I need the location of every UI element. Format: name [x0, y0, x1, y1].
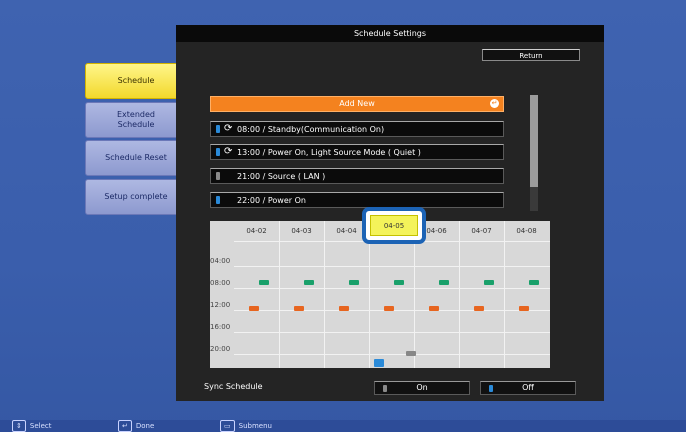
sidebar-item-label: Schedule Reset	[105, 153, 167, 163]
event-marker	[529, 280, 539, 285]
repeat-icon: ⟳	[224, 123, 233, 134]
sync-on-button[interactable]: On	[374, 381, 470, 395]
sync-off-label: Off	[522, 383, 534, 392]
schedule-item-text: 13:00 / Power On, Light Source Mode ( Qu…	[237, 148, 421, 157]
help-bar: ⇕ Select ↵ Done ▭ Submenu	[0, 420, 686, 432]
schedule-item[interactable]: ⟳ 13:00 / Power On, Light Source Mode ( …	[210, 144, 504, 160]
event-marker	[474, 306, 484, 311]
time-label: 16:00	[210, 323, 231, 331]
schedule-item[interactable]: ⟳ 08:00 / Standby(Communication On)	[210, 121, 504, 137]
event-marker	[406, 351, 416, 356]
date-header[interactable]: 04-02	[234, 221, 279, 241]
pin-icon	[489, 385, 493, 392]
schedule-item-text: 08:00 / Standby(Communication On)	[237, 125, 385, 134]
schedule-item[interactable]: 21:00 / Source ( LAN )	[210, 168, 504, 184]
event-marker	[259, 280, 269, 285]
event-marker	[394, 280, 404, 285]
return-button[interactable]: Return	[482, 49, 580, 61]
event-marker	[304, 280, 314, 285]
sidebar-item-extended-schedule[interactable]: Extended Schedule	[85, 102, 187, 138]
repeat-icon: ⟳	[224, 146, 233, 157]
scroll-thumb[interactable]	[530, 95, 538, 187]
enter-icon: ↵	[490, 99, 499, 108]
sync-on-label: On	[416, 383, 428, 392]
sidebar-item-label: Schedule	[117, 76, 155, 86]
add-new-label: Add New	[339, 99, 375, 108]
done-hint-label: Done	[135, 422, 155, 430]
event-marker	[429, 306, 439, 311]
panel-title: Schedule Settings	[176, 25, 604, 42]
add-new-button[interactable]: Add New ↵	[210, 96, 504, 112]
event-marker	[339, 306, 349, 311]
selected-date: 04-05	[370, 215, 418, 236]
sync-off-button[interactable]: Off	[480, 381, 576, 395]
event-marker	[249, 306, 259, 311]
sidebar-item-setup-complete[interactable]: Setup complete	[85, 179, 187, 215]
date-header[interactable]: 04-08	[504, 221, 549, 241]
event-marker	[439, 280, 449, 285]
pin-icon	[216, 172, 220, 180]
scrollbar[interactable]	[530, 95, 538, 211]
pin-icon	[216, 196, 220, 204]
done-hint: ↵ Done	[118, 420, 154, 432]
event-marker	[374, 359, 384, 367]
sidebar-item-schedule[interactable]: Schedule	[85, 63, 187, 99]
sidebar-item-label: Extended Schedule	[117, 110, 155, 129]
menu-key-icon: ▭	[220, 420, 235, 432]
schedule-item-text: 22:00 / Power On	[237, 196, 306, 205]
time-label: 04:00	[210, 257, 231, 265]
sidebar-item-label: Setup complete	[104, 192, 168, 202]
schedule-item[interactable]: 22:00 / Power On	[210, 192, 504, 208]
event-marker	[519, 306, 529, 311]
sidebar-item-schedule-reset[interactable]: Schedule Reset	[85, 140, 187, 176]
time-label: 08:00	[210, 279, 231, 287]
time-label: 20:00	[210, 345, 231, 353]
date-header[interactable]: 04-03	[279, 221, 324, 241]
time-label: 12:00	[210, 301, 231, 309]
submenu-hint-label: Submenu	[238, 422, 272, 430]
enter-key-icon: ↵	[118, 420, 132, 432]
event-marker	[349, 280, 359, 285]
pin-icon	[383, 385, 387, 392]
submenu-hint: ▭ Submenu	[220, 420, 272, 432]
sync-schedule-label: Sync Schedule	[204, 382, 263, 391]
pin-icon	[216, 125, 220, 133]
select-hint: ⇕ Select	[12, 420, 51, 432]
selected-date-highlight[interactable]: 04-05	[362, 207, 426, 244]
event-marker	[484, 280, 494, 285]
pin-icon	[216, 148, 220, 156]
event-marker	[384, 306, 394, 311]
event-marker	[294, 306, 304, 311]
select-hint-label: Select	[29, 422, 52, 430]
schedule-item-text: 21:00 / Source ( LAN )	[237, 172, 326, 181]
dpad-icon: ⇕	[12, 420, 26, 432]
date-header[interactable]: 04-07	[459, 221, 504, 241]
